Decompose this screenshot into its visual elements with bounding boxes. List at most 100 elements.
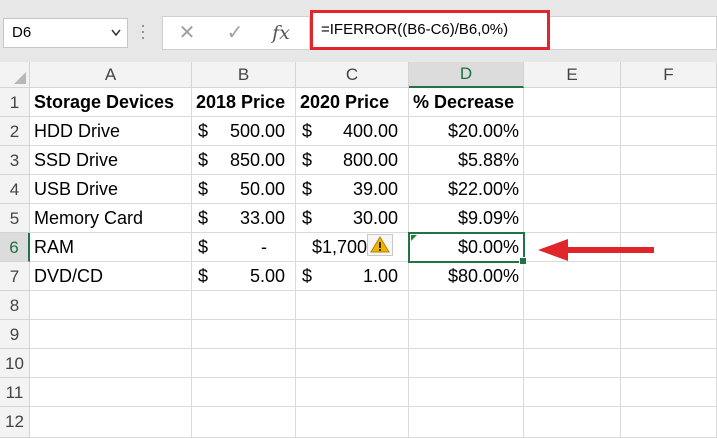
grid-cell[interactable] [192,349,296,378]
grid-cell[interactable] [524,117,621,146]
grid-cell[interactable] [524,175,621,204]
cell-d7[interactable]: $80.00% [409,262,524,291]
cell-b7[interactable]: $5.00 [192,262,296,291]
cell-a4[interactable]: USB Drive [30,175,192,204]
drag-handle-icon[interactable]: · · · [140,16,148,46]
grid-cell[interactable] [524,349,621,378]
cell-d4[interactable]: $22.00% [409,175,524,204]
grid-cell[interactable] [621,117,717,146]
grid-cell[interactable] [621,378,717,407]
row-header-11[interactable]: 11 [0,378,30,407]
grid-cell[interactable] [409,407,524,438]
formula-input[interactable]: =IFERROR((B6-C6)/B6,0%) [310,10,550,50]
cell-b3[interactable]: $850.00 [192,146,296,175]
enter-icon[interactable]: ✓ [215,17,255,49]
cell-b1[interactable]: 2018 Price [192,88,296,117]
row-header-5[interactable]: 5 [0,204,30,233]
grid-cell[interactable] [621,349,717,378]
grid-cell[interactable] [621,320,717,349]
grid-cell[interactable] [621,175,717,204]
grid-cell[interactable] [621,146,717,175]
cell-c7[interactable]: $1.00 [296,262,409,291]
cell-b2[interactable]: $500.00 [192,117,296,146]
grid-cell[interactable] [524,204,621,233]
grid-cell[interactable] [30,378,192,407]
grid-cell[interactable] [621,407,717,438]
row-header-7[interactable]: 7 [0,262,30,291]
cancel-icon[interactable]: ✕ [167,17,207,49]
row-header-6[interactable]: 6 [0,233,30,262]
grid-cell[interactable] [30,320,192,349]
name-box[interactable]: D6 [3,18,128,48]
grid-cell[interactable] [296,378,409,407]
currency-symbol: $ [198,121,209,141]
grid-cell[interactable] [192,378,296,407]
grid-cell[interactable] [409,291,524,320]
grid-cell[interactable] [524,291,621,320]
cell-c3[interactable]: $800.00 [296,146,409,175]
chevron-down-icon[interactable] [111,29,121,37]
grid-cell[interactable] [409,320,524,349]
cell-c2[interactable]: $400.00 [296,117,409,146]
cell-c4[interactable]: $39.00 [296,175,409,204]
grid-cell[interactable] [621,204,717,233]
row-header-1[interactable]: 1 [0,88,30,117]
cell-a6[interactable]: RAM [30,233,192,262]
cell-b4[interactable]: $50.00 [192,175,296,204]
grid-cell[interactable] [524,88,621,117]
column-header-e[interactable]: E [524,62,621,88]
currency-symbol: $ [198,179,209,199]
cell-c1[interactable]: 2020 Price [296,88,409,117]
cell-b5[interactable]: $33.00 [192,204,296,233]
grid-cell[interactable] [524,320,621,349]
cell-d2[interactable]: $20.00% [409,117,524,146]
row-header-9[interactable]: 9 [0,320,30,349]
cell-a1[interactable]: Storage Devices [30,88,192,117]
cell-c5[interactable]: $30.00 [296,204,409,233]
grid-cell[interactable] [409,349,524,378]
cell-a7[interactable]: DVD/CD [30,262,192,291]
row-header-8[interactable]: 8 [0,291,30,320]
grid-cell[interactable] [524,378,621,407]
grid-cell[interactable] [296,320,409,349]
grid-cell[interactable] [296,407,409,438]
row-header-3[interactable]: 3 [0,146,30,175]
grid-cell[interactable] [621,262,717,291]
grid-cell[interactable] [524,146,621,175]
select-all-button[interactable] [0,62,30,88]
grid-cell[interactable] [30,291,192,320]
grid-cell[interactable] [621,291,717,320]
grid-cell[interactable] [524,262,621,291]
grid-cell[interactable] [192,407,296,438]
cell-a3[interactable]: SSD Drive [30,146,192,175]
cell-d3[interactable]: $5.88% [409,146,524,175]
column-header-c[interactable]: C [296,62,409,88]
grid-cell[interactable] [192,291,296,320]
cell-b6[interactable]: $ - [192,233,296,262]
grid-cell[interactable] [296,349,409,378]
row-header-10[interactable]: 10 [0,349,30,378]
grid-cell[interactable] [30,349,192,378]
grid-cell[interactable] [621,88,717,117]
grid-cell[interactable] [409,378,524,407]
column-header-a[interactable]: A [30,62,192,88]
column-header-f[interactable]: F [621,62,717,88]
insert-function-icon[interactable]: fx [261,17,301,49]
error-check-button[interactable] [367,234,393,256]
cell-d5[interactable]: $9.09% [409,204,524,233]
cell-a2[interactable]: HDD Drive [30,117,192,146]
currency-symbol: $ [302,121,313,141]
cell-a5[interactable]: Memory Card [30,204,192,233]
grid-cell[interactable] [192,320,296,349]
cell-d1[interactable]: % Decrease [409,88,524,117]
row-header-12[interactable]: 12 [0,407,30,438]
grid-cell[interactable] [524,407,621,438]
formula-input-extension[interactable] [550,16,717,50]
column-header-d[interactable]: D [409,62,524,88]
column-header-b[interactable]: B [192,62,296,88]
row-header-4[interactable]: 4 [0,175,30,204]
row-header-2[interactable]: 2 [0,117,30,146]
grid-cell[interactable] [30,407,192,438]
grid-cell[interactable] [296,291,409,320]
fill-handle[interactable] [519,257,527,265]
